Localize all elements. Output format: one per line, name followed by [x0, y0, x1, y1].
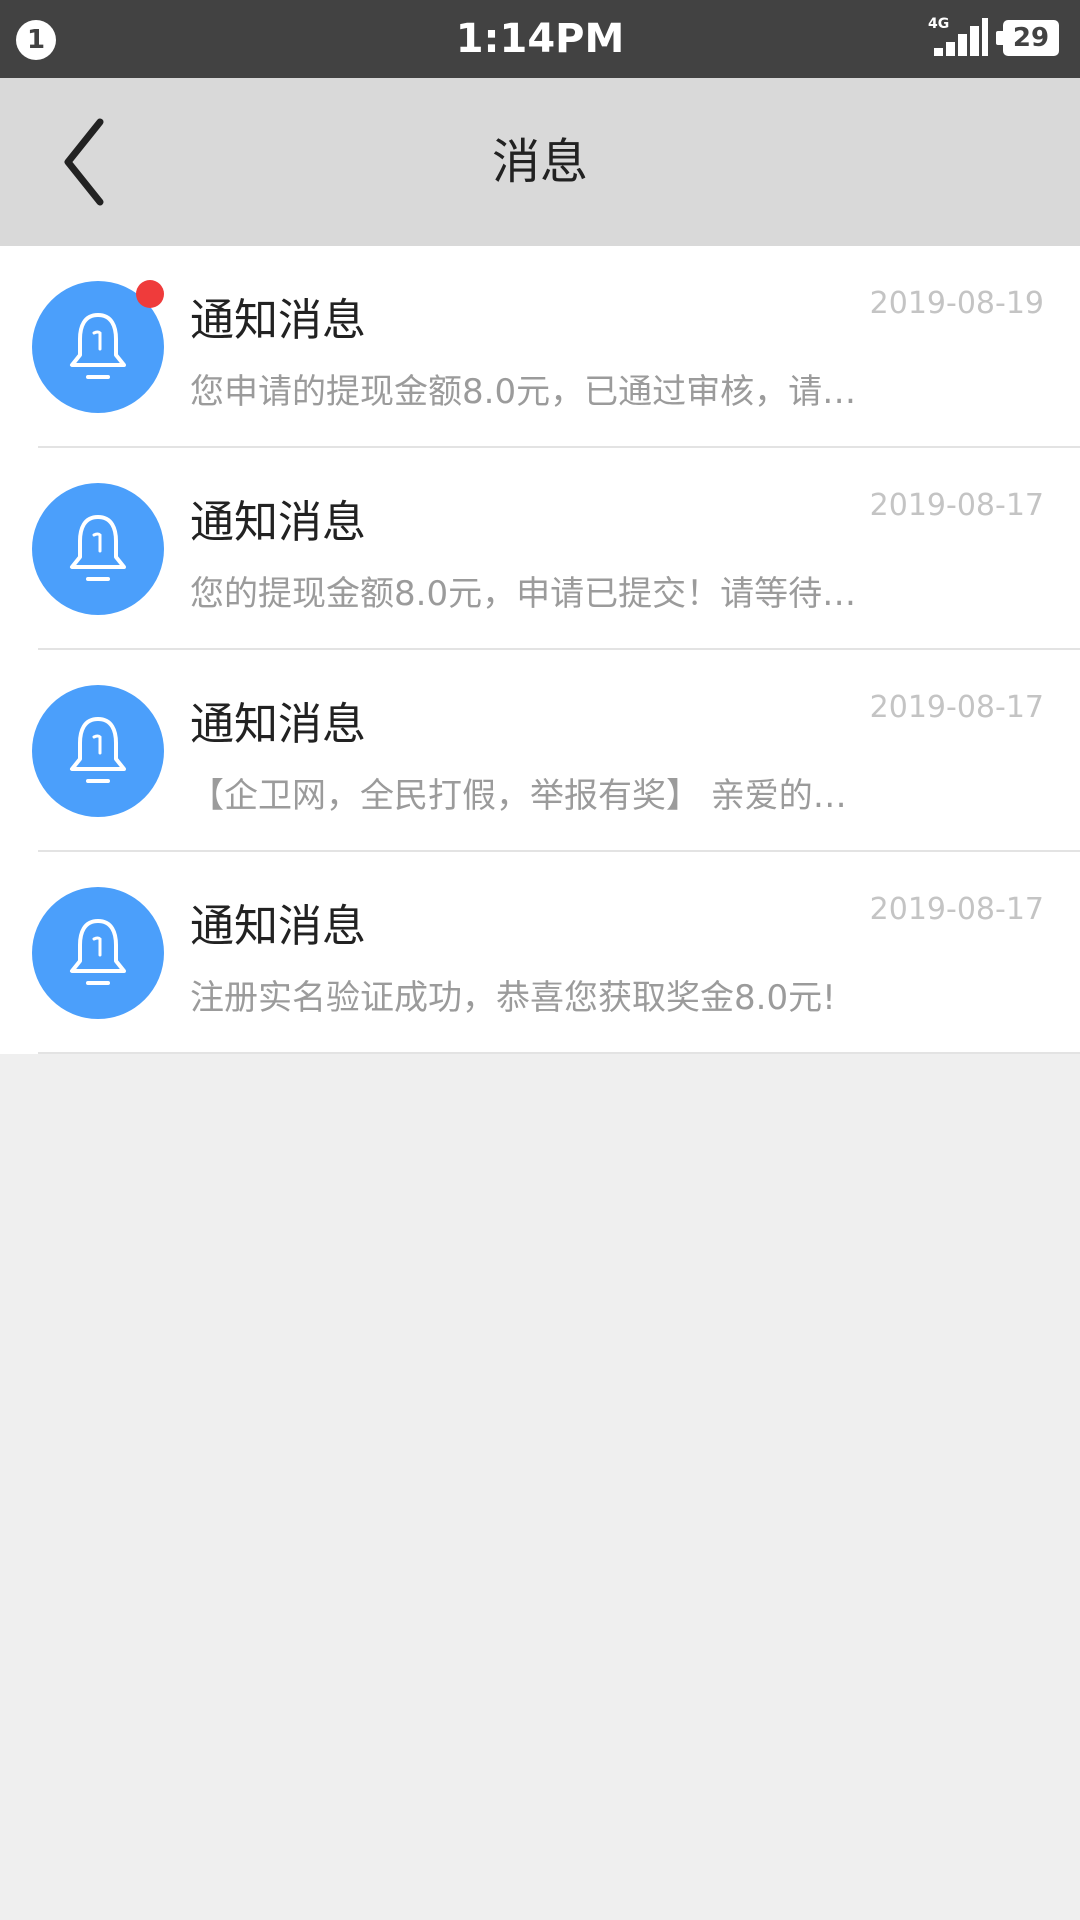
message-title: 通知消息 [190, 295, 366, 346]
unread-dot [136, 280, 164, 308]
bell-icon [70, 717, 126, 783]
message-item-4[interactable]: 通知消息 2019-08-17 注册实名验证成功，恭喜您获取奖金8.0元! [0, 852, 1080, 1054]
page-title: 消息 [491, 134, 588, 190]
network-type-label: 4G [928, 16, 950, 32]
message-date: 2019-08-17 [869, 488, 1044, 523]
message-title: 通知消息 [190, 901, 366, 952]
message-title: 通知消息 [190, 699, 366, 750]
message-item-3[interactable]: 通知消息 2019-08-17 【企卫网，全民打假，举报有奖】 亲爱的… [0, 650, 1080, 852]
message-item-1[interactable]: 通知消息 2019-08-19 您申请的提现金额8.0元，已通过审核，请… [0, 246, 1080, 448]
bell-icon [70, 313, 126, 379]
message-date: 2019-08-17 [869, 690, 1044, 725]
message-avatar [32, 685, 164, 817]
bell-icon [70, 919, 126, 985]
message-item-2[interactable]: 通知消息 2019-08-17 您的提现金额8.0元，申请已提交！请等待… [0, 448, 1080, 650]
message-preview: 【企卫网，全民打假，举报有奖】 亲爱的… [190, 776, 847, 816]
message-avatar [32, 483, 164, 615]
status-bar: 1 1:14PM 4G 29 [0, 0, 1080, 78]
message-preview: 您的提现金额8.0元，申请已提交！请等待… [190, 574, 857, 614]
bell-icon [70, 515, 126, 581]
message-date: 2019-08-19 [869, 286, 1044, 321]
battery-icon: 29 [996, 20, 1059, 56]
message-list: 通知消息 2019-08-19 您申请的提现金额8.0元，已通过审核，请… 通知… [0, 246, 1080, 1054]
message-title: 通知消息 [190, 497, 366, 548]
divider [38, 1052, 1080, 1054]
message-preview: 您申请的提现金额8.0元，已通过审核，请… [190, 372, 857, 412]
message-preview: 注册实名验证成功，恭喜您获取奖金8.0元! [190, 978, 836, 1018]
status-time: 1:14PM [455, 16, 625, 62]
header-bar: 消息 [0, 78, 1080, 246]
message-avatar [32, 887, 164, 1019]
message-date: 2019-08-17 [869, 892, 1044, 927]
